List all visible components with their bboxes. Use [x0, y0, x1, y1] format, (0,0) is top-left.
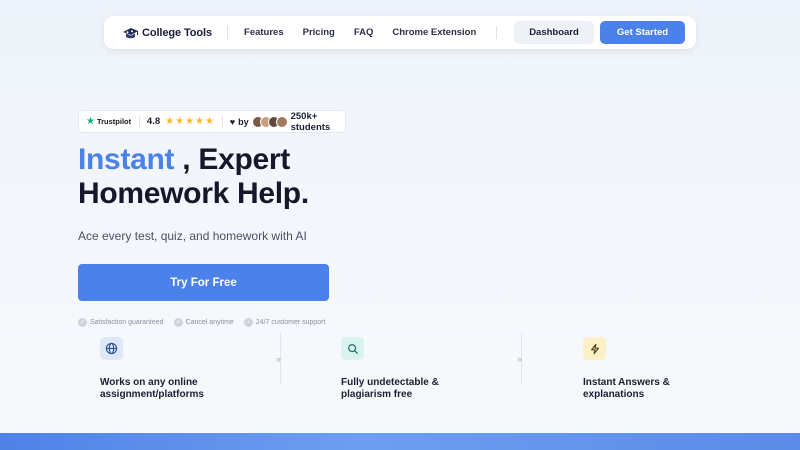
students-count: 250k+ students — [290, 110, 331, 133]
guarantee-item: × Cancel anytime — [173, 318, 234, 327]
student-avatars — [251, 115, 288, 128]
nav-divider — [227, 26, 229, 39]
globe-icon — [100, 337, 123, 360]
nav-links: Features Pricing FAQ Chrome Extension — [244, 27, 495, 38]
guarantee-item: ◔ 24/7 customer support — [243, 318, 326, 327]
try-for-free-button[interactable]: Try For Free — [78, 264, 329, 301]
brand-name: College Tools — [142, 26, 213, 39]
feature-text: plagiarism free — [341, 389, 413, 400]
guarantee-item: ✓ Satisfaction guaranteed — [78, 318, 164, 327]
guarantee-text: Satisfaction guaranteed — [90, 319, 164, 326]
feature-instant-answers: Instant Answers & explanations — [583, 337, 670, 401]
logo-icon — [123, 27, 138, 38]
lightning-icon — [583, 337, 606, 360]
feature-text: Instant Answers & — [583, 377, 670, 388]
heart-icon: ♥ — [229, 116, 236, 127]
guarantee-text: 24/7 customer support — [255, 319, 326, 326]
trust-badge: ★ Trustpilot 4.8 ★★★★★ ♥ by 250k+ studen… — [78, 110, 346, 133]
headline-rest: , Expert — [174, 143, 290, 176]
headline-line-2: Homework Help. — [78, 177, 309, 210]
by-label: by — [238, 116, 249, 127]
feature-any-platform: Works on any online assignment/platforms — [100, 337, 204, 401]
guarantees-list: ✓ Satisfaction guaranteed × Cancel anyti… — [78, 318, 335, 327]
brand[interactable]: College Tools — [122, 26, 212, 40]
support-icon: ◔ — [243, 318, 253, 327]
navbar: College Tools Features Pricing FAQ Chrom… — [104, 16, 696, 49]
nav-divider-right — [496, 26, 497, 39]
hero-headline: Instant , Expert Homework Help. — [78, 143, 309, 211]
search-icon — [341, 337, 364, 360]
hero-subtitle: Ace every test, quiz, and homework with … — [78, 229, 307, 243]
feature-text: explanations — [583, 389, 645, 400]
headline-accent: Instant — [78, 143, 175, 176]
rating-stars-icon: ★★★★★ — [165, 116, 215, 127]
trust-divider — [221, 115, 223, 128]
check-icon: ✓ — [78, 318, 87, 327]
feature-text: Works on any online — [100, 377, 198, 388]
double-chevron-icon: » — [276, 354, 282, 364]
bottom-gradient-band — [0, 433, 800, 450]
nav-link-pricing[interactable]: Pricing — [303, 27, 335, 38]
nav-link-features[interactable]: Features — [244, 27, 284, 38]
guarantee-text: Cancel anytime — [185, 319, 234, 326]
nav-link-chrome-extension[interactable]: Chrome Extension — [392, 27, 476, 38]
trust-divider — [139, 115, 140, 128]
double-chevron-icon: » — [517, 354, 523, 364]
nav-link-faq[interactable]: FAQ — [354, 27, 374, 38]
avatar — [275, 115, 288, 128]
trustpilot-label: Trustpilot — [96, 117, 132, 126]
feature-undetectable: Fully undetectable & plagiarism free — [341, 337, 439, 401]
feature-text: assignment/platforms — [100, 389, 204, 400]
rating-value: 4.8 — [146, 116, 161, 127]
cancel-icon: × — [173, 318, 183, 327]
feature-text: Fully undetectable & — [341, 377, 439, 388]
get-started-button[interactable]: Get Started — [600, 21, 685, 44]
trustpilot-star-icon: ★ — [86, 116, 95, 127]
dashboard-button[interactable]: Dashboard — [514, 21, 594, 44]
